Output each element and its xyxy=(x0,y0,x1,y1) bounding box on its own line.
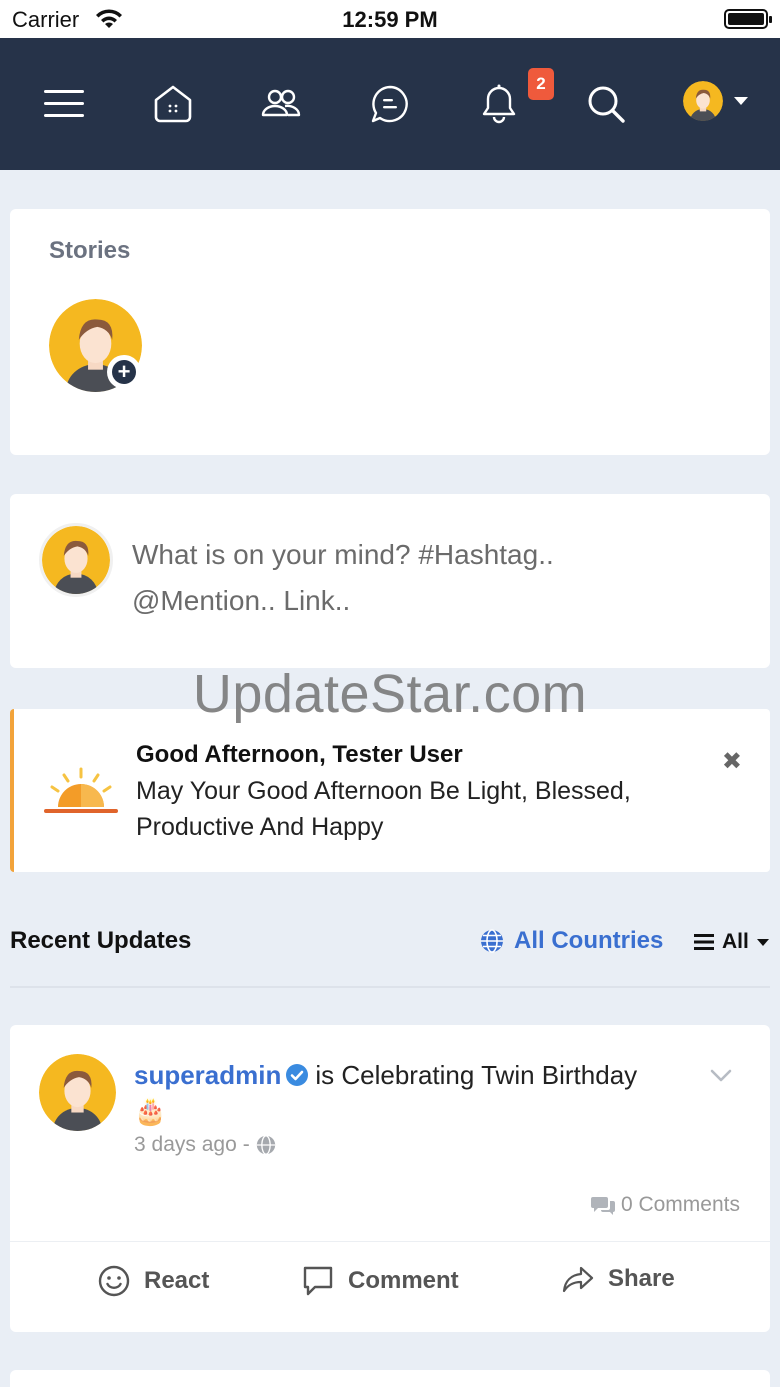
search-icon xyxy=(588,86,625,123)
profile-caret-icon[interactable] xyxy=(734,97,748,105)
post-composer[interactable]: What is on your mind? #Hashtag.. @Mentio… xyxy=(10,494,770,668)
next-post-card xyxy=(10,1370,770,1387)
share-button[interactable]: Share xyxy=(562,1265,675,1293)
post-time-separator: - xyxy=(242,1133,250,1156)
search-button[interactable] xyxy=(566,38,646,170)
comment-label: Comment xyxy=(348,1267,459,1294)
sunset-icon xyxy=(44,767,118,813)
top-navigation xyxy=(0,38,780,170)
divider xyxy=(10,986,770,988)
plus-icon: + xyxy=(112,360,136,384)
greeting-message: May Your Good Afternoon Be Light, Blesse… xyxy=(136,777,631,841)
comment-count[interactable]: 0 Comments xyxy=(590,1193,740,1217)
battery-icon xyxy=(724,9,772,29)
list-icon xyxy=(694,934,714,950)
clock: 12:59 PM xyxy=(342,7,438,32)
composer-input[interactable]: What is on your mind? #Hashtag.. @Mentio… xyxy=(132,532,672,624)
greeting-title: Good Afternoon, Tester User xyxy=(136,741,463,768)
messages-icon xyxy=(371,85,408,123)
post-header: superadmin is Celebrating Twin Birthday … xyxy=(134,1057,694,1129)
add-story-button[interactable]: + xyxy=(107,355,141,389)
menu-icon xyxy=(44,90,84,117)
country-filter-label: All Countries xyxy=(514,927,664,954)
post-divider xyxy=(10,1241,770,1242)
user-avatar-icon xyxy=(42,526,110,594)
status-bar: Carrier 12:59 PM xyxy=(0,0,780,38)
friends-button[interactable] xyxy=(241,38,321,170)
watermark: UpdateStar.com xyxy=(192,664,588,724)
user-avatar-icon xyxy=(39,1054,116,1131)
recent-updates-title: Recent Updates xyxy=(10,927,192,954)
verified-badge-icon xyxy=(286,1064,309,1086)
birthday-cake-emoji: 🎂 xyxy=(134,1096,167,1126)
post-options-chevron-icon[interactable] xyxy=(710,1069,732,1083)
post-author-name[interactable]: superadmin xyxy=(134,1060,281,1090)
public-globe-icon xyxy=(256,1135,275,1155)
comment-icon xyxy=(303,1266,333,1296)
composer-avatar xyxy=(39,523,113,597)
friends-icon xyxy=(261,89,301,117)
comment-count-label: 0 Comments xyxy=(620,1193,740,1216)
globe-icon xyxy=(481,929,503,953)
type-filter-label: All xyxy=(722,930,749,953)
comment-button[interactable]: Comment xyxy=(302,1265,459,1297)
country-filter[interactable]: All Countries xyxy=(480,927,663,955)
profile-avatar[interactable] xyxy=(683,81,723,121)
greeting-card: Good Afternoon, Tester User May Your Goo… xyxy=(10,709,770,872)
notification-badge: 2 xyxy=(528,68,554,100)
stories-title: Stories xyxy=(49,237,131,264)
notifications-icon xyxy=(482,84,516,124)
menu-button[interactable] xyxy=(24,38,104,170)
share-label: Share xyxy=(608,1265,675,1292)
close-greeting-button[interactable]: ✖ xyxy=(722,747,742,776)
home-button[interactable] xyxy=(133,38,213,170)
react-button[interactable]: React xyxy=(98,1265,209,1297)
react-label: React xyxy=(144,1267,210,1294)
post-time: 3 days ago - xyxy=(134,1133,276,1157)
notifications-button[interactable] xyxy=(459,38,539,170)
chevron-down-icon xyxy=(756,938,769,946)
post-activity: is Celebrating Twin Birthday xyxy=(315,1060,638,1090)
feed-post: superadmin is Celebrating Twin Birthday … xyxy=(10,1025,770,1332)
comments-icon xyxy=(590,1197,615,1215)
post-author-avatar[interactable] xyxy=(39,1054,116,1131)
type-filter[interactable]: All xyxy=(694,930,769,954)
post-timestamp: 3 days ago xyxy=(134,1133,237,1156)
user-avatar-icon xyxy=(683,81,723,121)
share-icon xyxy=(562,1266,594,1293)
messages-button[interactable] xyxy=(350,38,430,170)
smiley-icon xyxy=(98,1265,130,1297)
stories-card: Stories + xyxy=(10,209,770,455)
home-icon xyxy=(154,85,192,123)
